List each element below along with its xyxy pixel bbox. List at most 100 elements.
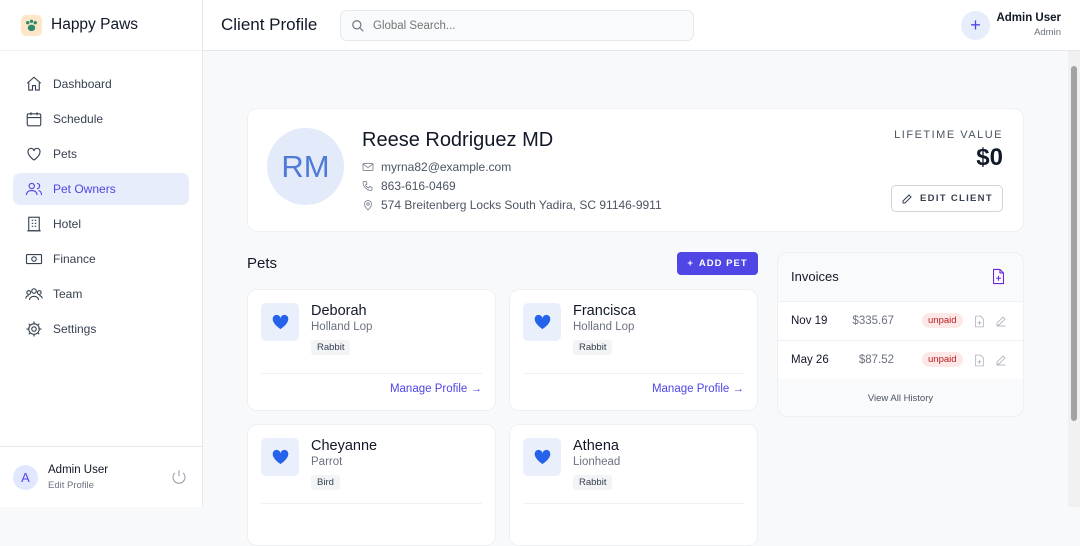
status-badge: unpaid bbox=[922, 313, 963, 328]
user-name: Admin User bbox=[48, 463, 109, 476]
building-icon bbox=[27, 216, 41, 232]
brand[interactable]: Happy Paws bbox=[0, 0, 202, 51]
invoice-amount: $335.67 bbox=[852, 315, 894, 327]
phone-icon bbox=[362, 181, 373, 191]
heart-icon bbox=[523, 438, 561, 476]
sidebar-item-finance[interactable]: Finance bbox=[13, 243, 189, 275]
paw-logo-icon bbox=[21, 14, 42, 36]
plus-icon: + bbox=[687, 258, 694, 269]
pet-name: Athena bbox=[573, 438, 619, 454]
pet-type-badge: Rabbit bbox=[573, 340, 613, 355]
pet-card: Francisca Holland Lop Rabbit Manage Prof… bbox=[509, 289, 758, 411]
pet-breed: Holland Lop bbox=[311, 321, 373, 333]
lifetime-value: $0 bbox=[976, 144, 1003, 171]
sidebar-item-label: Pets bbox=[53, 147, 78, 161]
invoice-amount: $87.52 bbox=[858, 354, 894, 366]
pets-heading: Pets bbox=[247, 255, 278, 272]
sidebar-item-label: Dashboard bbox=[53, 77, 112, 91]
brand-name: Happy Paws bbox=[51, 16, 139, 33]
pet-name: Cheyanne bbox=[311, 438, 378, 454]
pet-name: Francisca bbox=[573, 303, 636, 319]
avatar: A bbox=[13, 464, 38, 490]
pet-card: Athena Lionhead Rabbit bbox=[509, 424, 758, 546]
scrollbar[interactable] bbox=[1068, 51, 1080, 507]
sidebar-item-hotel[interactable]: Hotel bbox=[13, 208, 189, 240]
sidebar-item-pets[interactable]: Pets bbox=[13, 138, 189, 170]
pet-breed: Parrot bbox=[311, 456, 343, 468]
email-text: myrna82@example.com bbox=[381, 160, 512, 174]
document-icon[interactable] bbox=[974, 315, 985, 328]
map-pin-icon bbox=[364, 200, 372, 211]
sidebar-item-schedule[interactable]: Schedule bbox=[13, 103, 189, 135]
pet-card: Deborah Holland Lop Rabbit Manage Profil… bbox=[247, 289, 496, 411]
client-phone: 863-616-0469 bbox=[362, 179, 456, 193]
client-profile-card: RM Reese Rodriguez MD myrna82@example.co… bbox=[247, 108, 1024, 232]
sidebar-item-dashboard[interactable]: Dashboard bbox=[13, 68, 189, 100]
invoices-card: Invoices Nov 19 $335.67 unpaid May 26 $8… bbox=[777, 252, 1024, 417]
search-box[interactable] bbox=[340, 10, 694, 41]
header-user-role: Admin bbox=[1034, 27, 1061, 38]
cash-icon bbox=[25, 253, 43, 265]
client-name: Reese Rodriguez MD bbox=[362, 129, 554, 151]
heart-icon bbox=[261, 438, 299, 476]
home-icon bbox=[26, 76, 42, 91]
add-pet-label: ADD PET bbox=[698, 258, 748, 269]
page-title: Client Profile bbox=[221, 15, 318, 34]
users-icon bbox=[25, 182, 43, 196]
gear-icon bbox=[26, 321, 42, 337]
pet-breed: Holland Lop bbox=[573, 321, 635, 333]
invoice-row[interactable]: Nov 19 $335.67 unpaid bbox=[778, 301, 1023, 340]
heart-icon bbox=[523, 303, 561, 341]
search-input[interactable] bbox=[373, 19, 673, 32]
sidebar-item-label: Settings bbox=[53, 322, 97, 336]
sidebar-item-pet-owners[interactable]: Pet Owners bbox=[13, 173, 189, 205]
calendar-icon bbox=[26, 112, 42, 127]
status-badge: unpaid bbox=[922, 352, 963, 367]
add-button[interactable]: + bbox=[961, 11, 990, 40]
pet-type-badge: Rabbit bbox=[311, 340, 351, 355]
pet-type-badge: Rabbit bbox=[573, 475, 613, 490]
sidebar-item-team[interactable]: Team bbox=[13, 278, 189, 310]
user-footer[interactable]: A Admin User Edit Profile bbox=[0, 446, 202, 507]
topbar: Client Profile + Admin User Admin bbox=[203, 0, 1080, 51]
client-address: 574 Breitenberg Locks South Yadira, SC 9… bbox=[362, 198, 662, 212]
sidebar-item-settings[interactable]: Settings bbox=[13, 313, 189, 345]
document-icon[interactable] bbox=[974, 354, 985, 367]
divider bbox=[523, 503, 744, 504]
new-invoice-icon[interactable] bbox=[991, 268, 1006, 285]
edit-client-button[interactable]: EDIT CLIENT bbox=[891, 185, 1003, 212]
edit-icon[interactable] bbox=[995, 315, 1007, 327]
invoice-date: Nov 19 bbox=[791, 315, 828, 327]
manage-profile-link[interactable]: Manage Profile → bbox=[390, 383, 482, 395]
search-icon bbox=[352, 19, 364, 32]
mail-icon bbox=[362, 163, 374, 171]
sidebar-item-label: Schedule bbox=[53, 112, 104, 126]
client-avatar: RM bbox=[267, 128, 344, 205]
manage-profile-link[interactable]: Manage Profile → bbox=[652, 383, 744, 395]
edit-profile-link[interactable]: Edit Profile bbox=[48, 480, 108, 491]
sidebar-item-label: Pet Owners bbox=[53, 182, 116, 196]
view-all-history-link[interactable]: View All History bbox=[778, 393, 1023, 404]
sidebar: Happy Paws Dashboard Schedule Pets Pet O… bbox=[0, 0, 203, 507]
pet-type-badge: Bird bbox=[311, 475, 340, 490]
phone-text: 863-616-0469 bbox=[381, 179, 456, 193]
heart-icon bbox=[261, 303, 299, 341]
scrollbar-thumb[interactable] bbox=[1071, 66, 1077, 421]
power-icon[interactable] bbox=[170, 468, 188, 486]
pet-breed: Lionhead bbox=[573, 456, 621, 468]
add-pet-button[interactable]: + ADD PET bbox=[677, 252, 758, 275]
invoices-heading: Invoices bbox=[791, 269, 839, 284]
edit-client-label: EDIT CLIENT bbox=[920, 193, 993, 204]
sidebar-item-label: Team bbox=[53, 287, 83, 301]
sidebar-item-label: Hotel bbox=[53, 217, 82, 231]
invoice-date: May 26 bbox=[791, 354, 829, 366]
lifetime-value-label: LIFETIME VALUE bbox=[894, 129, 1003, 141]
header-user-name: Admin User bbox=[996, 12, 1061, 24]
invoice-row[interactable]: May 26 $87.52 unpaid bbox=[778, 340, 1023, 379]
edit-icon bbox=[902, 193, 912, 203]
client-email: myrna82@example.com bbox=[362, 160, 511, 174]
edit-icon[interactable] bbox=[995, 354, 1007, 366]
pet-name: Deborah bbox=[311, 303, 367, 319]
sidebar-item-label: Finance bbox=[53, 252, 96, 266]
divider bbox=[261, 503, 482, 504]
